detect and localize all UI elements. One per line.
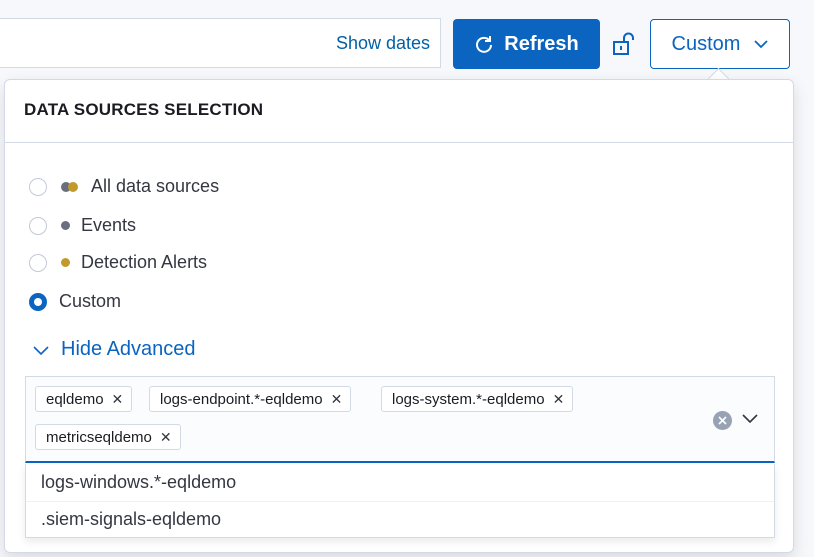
pill-label: eqldemo <box>46 390 104 408</box>
background-strip <box>796 79 814 557</box>
radio-label: Detection Alerts <box>81 252 208 272</box>
refresh-icon <box>476 36 493 53</box>
index-pill: logs-endpoint.*-eqldemo ✕ <box>149 386 352 412</box>
remove-pill-icon[interactable]: ✕ <box>160 430 172 444</box>
combobox-option[interactable]: logs-windows.*-eqldemo <box>26 464 774 500</box>
pill-label: logs-endpoint.*-eqldemo <box>160 390 323 408</box>
radio-label: Custom <box>59 291 122 311</box>
popover-title: DATA SOURCES SELECTION <box>24 100 264 119</box>
radio-events[interactable]: Events <box>29 215 136 236</box>
data-sources-popover: DATA SOURCES SELECTION All data sources … <box>4 79 794 553</box>
radio-button[interactable] <box>29 253 47 272</box>
events-dot-icon <box>61 221 70 230</box>
chevron-down-icon <box>33 345 49 355</box>
lock-toggle-button[interactable] <box>610 30 638 58</box>
refresh-label: Refresh <box>504 32 579 55</box>
pill-label: metricseqldemo <box>46 428 152 446</box>
radio-label: All data sources <box>91 176 220 196</box>
index-pill: metricseqldemo ✕ <box>35 424 181 450</box>
remove-pill-icon[interactable]: ✕ <box>331 392 343 406</box>
date-picker-field[interactable]: Show dates <box>0 18 441 68</box>
radio-button[interactable] <box>29 216 47 235</box>
combobox-options-list: logs-windows.*-eqldemo .siem-signals-eql… <box>25 464 775 538</box>
remove-pill-icon[interactable]: ✕ <box>553 392 565 406</box>
radio-detection-alerts[interactable]: Detection Alerts <box>29 252 207 273</box>
combobox-chevron-down-icon[interactable] <box>742 413 758 423</box>
radio-button[interactable] <box>29 177 47 196</box>
radio-custom[interactable]: Custom <box>29 291 121 312</box>
radio-label: Events <box>81 215 137 235</box>
show-dates-link[interactable]: Show dates <box>336 33 430 54</box>
hide-advanced-toggle[interactable]: Hide Advanced <box>33 338 196 361</box>
all-sources-dot-icon <box>61 181 79 192</box>
refresh-button[interactable]: Refresh <box>453 19 600 69</box>
index-pill: eqldemo ✕ <box>35 386 133 412</box>
chevron-down-icon <box>754 40 769 49</box>
alerts-dot-icon <box>61 258 70 267</box>
radio-button-checked[interactable] <box>29 292 47 311</box>
data-source-dropdown-button[interactable]: Custom <box>650 19 790 69</box>
radio-all-data-sources[interactable]: All data sources <box>29 176 219 197</box>
clear-selection-icon[interactable] <box>713 411 732 430</box>
index-patterns-combobox[interactable]: eqldemo ✕ logs-endpoint.*-eqldemo ✕ logs… <box>25 376 775 463</box>
combobox-option[interactable]: .siem-signals-eqldemo <box>26 501 774 537</box>
index-pill: logs-system.*-eqldemo ✕ <box>381 386 574 412</box>
divider <box>5 142 793 143</box>
hide-advanced-label: Hide Advanced <box>61 338 196 360</box>
remove-pill-icon[interactable]: ✕ <box>112 392 124 406</box>
custom-label: Custom <box>671 32 741 55</box>
pill-label: logs-system.*-eqldemo <box>392 390 545 408</box>
unlock-icon <box>613 32 634 55</box>
